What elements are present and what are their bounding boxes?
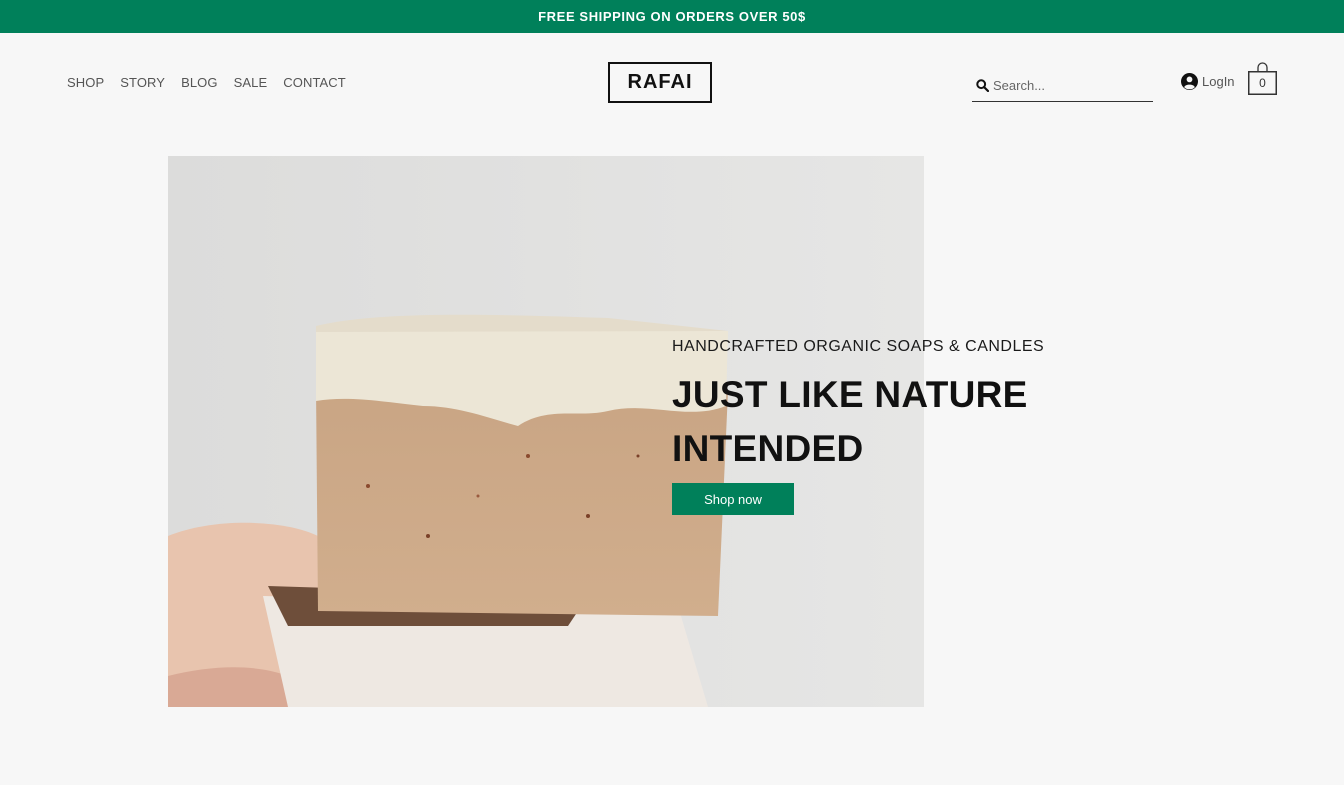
promo-text: FREE SHIPPING ON ORDERS OVER 50$ xyxy=(538,9,806,24)
nav-item-contact[interactable]: CONTACT xyxy=(283,75,346,90)
login-button[interactable]: LogIn xyxy=(1181,73,1235,90)
nav-item-blog[interactable]: BLOG xyxy=(181,75,218,90)
main-nav: SHOP STORY BLOG SALE CONTACT xyxy=(67,75,346,90)
nav-item-sale[interactable]: SALE xyxy=(234,75,268,90)
cart-count: 0 xyxy=(1259,76,1266,90)
login-label: LogIn xyxy=(1202,74,1235,89)
nav-item-story[interactable]: STORY xyxy=(120,75,165,90)
search-icon xyxy=(976,78,989,92)
promo-bar: FREE SHIPPING ON ORDERS OVER 50$ xyxy=(0,0,1344,33)
nav-item-shop[interactable]: SHOP xyxy=(67,75,104,90)
shop-now-button[interactable]: Shop now xyxy=(672,483,794,515)
user-circle-icon xyxy=(1181,73,1198,90)
hero-subtitle: HANDCRAFTED ORGANIC SOAPS & CANDLES xyxy=(672,338,1045,355)
hero-copy: HANDCRAFTED ORGANIC SOAPS & CANDLES JUST… xyxy=(672,338,1044,476)
site-logo[interactable]: RAFAI xyxy=(608,62,712,103)
search-bar xyxy=(972,69,1153,102)
search-input[interactable] xyxy=(993,77,1143,93)
cart-button[interactable]: 0 xyxy=(1248,62,1277,95)
hero-title: JUST LIKE NATURE INTENDED xyxy=(672,374,1028,469)
